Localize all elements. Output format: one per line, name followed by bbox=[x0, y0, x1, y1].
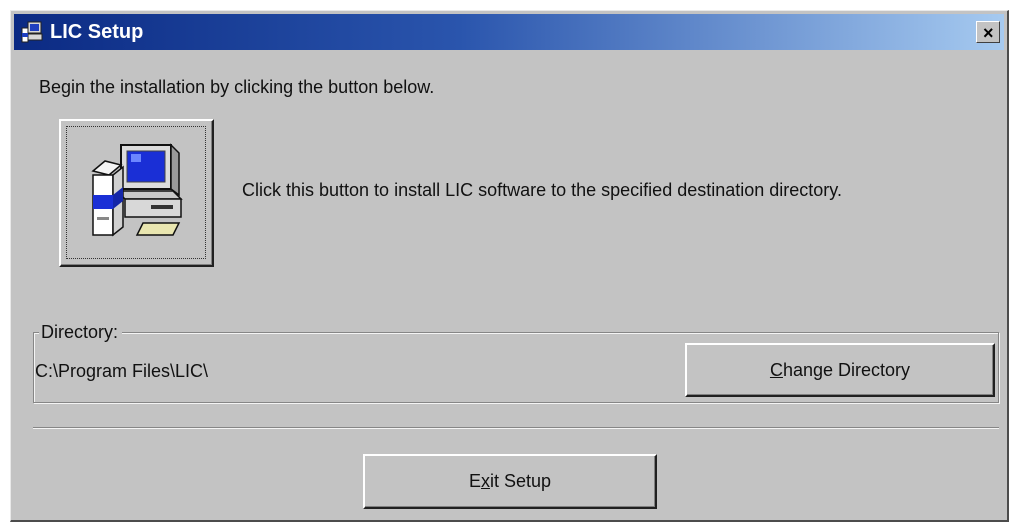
computer-with-box-icon bbox=[87, 139, 187, 249]
change-directory-label: hange Directory bbox=[782, 360, 911, 380]
directory-label: Directory: bbox=[39, 322, 123, 342]
separator-line bbox=[33, 427, 999, 429]
exit-setup-button[interactable]: Exit Setup bbox=[363, 454, 657, 509]
window-title: LIC Setup bbox=[50, 21, 144, 43]
exit-label-start: E bbox=[468, 471, 481, 491]
change-directory-button[interactable]: Change Directory bbox=[685, 343, 995, 397]
intro-text: Begin the installation by clicking the b… bbox=[39, 77, 435, 97]
change-directory-mnemonic: C bbox=[769, 360, 783, 380]
directory-path: C:\Program Files\LIC\ bbox=[35, 361, 209, 381]
exit-mnemonic: x bbox=[480, 471, 490, 491]
close-button[interactable]: × bbox=[976, 21, 1000, 43]
install-description: Click this button to install LIC softwar… bbox=[242, 180, 842, 200]
exit-label-end: it Setup bbox=[489, 471, 552, 491]
setup-dialog: LIC Setup × Begin the installation by cl… bbox=[10, 10, 1009, 522]
install-button[interactable] bbox=[59, 119, 214, 267]
setup-app-icon bbox=[20, 20, 44, 44]
title-bar[interactable]: LIC Setup × bbox=[14, 14, 1004, 50]
